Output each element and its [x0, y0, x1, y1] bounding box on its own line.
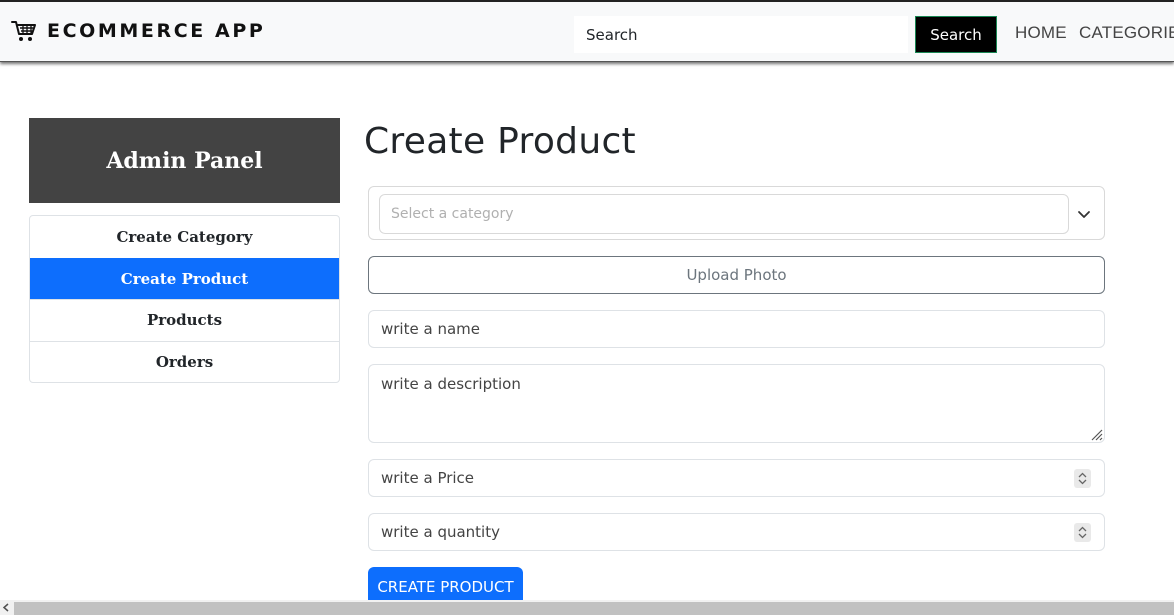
category-select[interactable]: Select a category — [379, 194, 1069, 234]
scrollbar-thumb[interactable] — [14, 602, 1174, 615]
admin-panel-header: Admin Panel — [29, 118, 340, 203]
menu-item-products[interactable]: Products — [30, 299, 339, 341]
chevron-down-icon[interactable] — [1076, 206, 1092, 222]
price-stepper-icon[interactable] — [1074, 469, 1091, 488]
resize-grip-icon[interactable] — [1089, 427, 1103, 441]
scroll-left-icon[interactable] — [2, 603, 11, 612]
menu-item-create-category[interactable]: Create Category — [30, 216, 339, 258]
search-input[interactable] — [574, 16, 908, 53]
nav-link-home[interactable]: HOME — [1015, 23, 1067, 43]
horizontal-scrollbar[interactable] — [0, 600, 1174, 615]
top-navbar: ECOMMERCE APP Search HOME CATEGORIES — [0, 0, 1174, 62]
brand[interactable]: ECOMMERCE APP — [11, 19, 265, 43]
price-field[interactable] — [368, 459, 1105, 497]
quantity-stepper-icon[interactable] — [1074, 523, 1091, 542]
shopping-cart-icon — [11, 21, 36, 41]
nav-link-categories[interactable]: CATEGORIES — [1079, 23, 1174, 43]
admin-menu: Create Category Create Product Products … — [29, 215, 340, 383]
menu-item-orders[interactable]: Orders — [30, 340, 339, 383]
menu-item-create-product[interactable]: Create Product — [30, 257, 339, 299]
category-select-wrapper: Select a category — [368, 186, 1105, 240]
description-field[interactable] — [368, 364, 1105, 443]
brand-title: ECOMMERCE APP — [47, 20, 266, 42]
page-title: Create Product — [364, 121, 636, 162]
upload-photo-button[interactable]: Upload Photo — [368, 256, 1105, 294]
search-button[interactable]: Search — [915, 16, 997, 53]
name-field[interactable] — [368, 310, 1105, 348]
quantity-field[interactable] — [368, 513, 1105, 551]
